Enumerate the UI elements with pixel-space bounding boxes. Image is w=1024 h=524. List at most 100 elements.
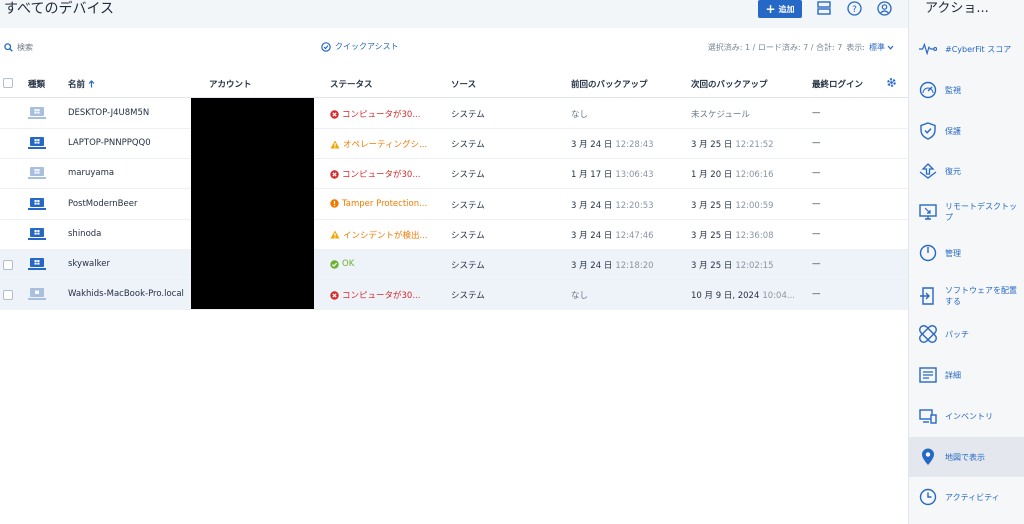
last-backup-date: 3 月 24 日 (571, 140, 613, 151)
last-login: — (812, 198, 821, 209)
page-title: すべてのデバイス (4, 1, 115, 17)
table-row[interactable]: DESKTOP-J4U8M5N コンピュータが30... システム なし 未スケ… (0, 99, 908, 129)
device-source: システム (451, 110, 485, 120)
table-row[interactable]: maruyama コンピュータが30... システム 1 月 17 日 13:06… (0, 159, 908, 190)
sidebar-item-label: 詳細 (945, 370, 961, 380)
deploy-icon (919, 287, 937, 305)
column-last-backup[interactable]: 前回のバックアップ (571, 78, 648, 90)
table-row[interactable]: LAPTOP-PNNPPQQ0 オペレーティングシ... システム 3 月 24… (0, 129, 908, 160)
last-backup-time: 12:18:20 (615, 261, 654, 271)
sidebar-item-inventory[interactable]: インベントリ (909, 405, 1024, 427)
sidebar-item-details[interactable]: 詳細 (909, 364, 1024, 386)
sidebar-item-power[interactable]: 管理 (909, 242, 1024, 264)
quick-assist-link[interactable]: クイックアシスト (321, 41, 399, 52)
device-status[interactable]: オペレーティングシ... (330, 138, 442, 150)
details-icon (919, 366, 937, 384)
status-error-icon (330, 290, 339, 300)
remote-desktop-icon (919, 203, 937, 221)
column-type[interactable]: 種類 (28, 78, 45, 90)
device-name[interactable]: DESKTOP-J4U8M5N (68, 108, 188, 118)
device-name[interactable]: Wakhids-MacBook-Pro.local (68, 289, 188, 299)
table-row[interactable]: PostModernBeer Tamper Protection... システム… (0, 189, 908, 220)
sidebar-item-deploy[interactable]: ソフトウェアを配置する (909, 279, 1024, 313)
windows-computer-icon (28, 106, 46, 121)
device-status[interactable]: インシデントが検出... (330, 229, 442, 241)
device-status[interactable]: コンピュータが30... (330, 168, 442, 180)
layout-toggle-icon[interactable] (816, 0, 832, 16)
next-backup-time: 12:02:15 (735, 261, 774, 271)
device-source: システム (451, 200, 485, 211)
map-pin-icon (919, 448, 937, 466)
device-source: システム (451, 291, 485, 302)
column-name[interactable]: 名前 (68, 78, 95, 90)
status-text: コンピュータが30... (342, 170, 421, 181)
status-text: オペレーティングシ... (343, 140, 428, 151)
table-row[interactable]: Wakhids-MacBook-Pro.local コンピュータが30... シ… (0, 280, 908, 311)
next-backup-time: 12:21:52 (735, 140, 774, 151)
add-button-label: 追加 (778, 4, 795, 14)
last-backup: 3 月 24 日 12:20:53 (571, 199, 683, 211)
next-backup-date: 10 月 9 日, 2024 (691, 291, 760, 302)
select-all-checkbox[interactable] (3, 78, 13, 88)
device-name[interactable]: skywalker (68, 259, 188, 269)
next-backup-time: 12:36:08 (735, 230, 774, 241)
device-source: システム (451, 261, 485, 271)
row-checkbox[interactable] (3, 260, 13, 270)
last-backup: 3 月 24 日 12:18:20 (571, 259, 683, 271)
sidebar-item-gauge[interactable]: 監視 (909, 79, 1024, 101)
last-backup-date: 3 月 24 日 (571, 200, 613, 211)
device-name[interactable]: PostModernBeer (68, 199, 188, 209)
chevron-down-icon (887, 45, 894, 50)
view-value: 標準 (869, 43, 885, 52)
last-backup-date: 1 月 17 日 (571, 170, 613, 181)
clock-icon (919, 488, 937, 506)
column-next-backup[interactable]: 次回のバックアップ (691, 78, 768, 90)
status-error-icon (330, 109, 339, 119)
sidebar-item-shield[interactable]: 保護 (909, 120, 1024, 142)
last-backup: なし (571, 108, 683, 120)
device-name[interactable]: shinoda (68, 229, 188, 239)
sidebar-item-clock[interactable]: アクティビティ (909, 482, 1024, 512)
status-text: コンピュータが30... (342, 291, 421, 302)
row-checkbox[interactable] (3, 290, 13, 301)
device-status[interactable]: Tamper Protection... (330, 199, 442, 209)
shield-icon (919, 122, 937, 140)
column-settings-gear-icon[interactable] (886, 77, 897, 91)
search-input[interactable]: 検索 (4, 42, 33, 53)
table-row[interactable]: shinoda インシデントが検出... システム 3 月 24 日 12:47:… (0, 219, 908, 250)
table-row[interactable]: skywalker OK システム 3 月 24 日 12:18:20 3 月 2… (0, 250, 908, 280)
device-name[interactable]: LAPTOP-PNNPPQQ0 (68, 138, 188, 148)
sidebar-item-restore[interactable]: 復元 (909, 160, 1024, 182)
column-last-login[interactable]: 最終ログイン (812, 78, 863, 90)
status-text: コンピュータが30... (342, 110, 421, 120)
device-status[interactable]: コンピュータが30... (330, 108, 442, 120)
sidebar-item-pulse[interactable]: #CyberFit スコア (909, 38, 1024, 60)
next-backup-date: 未スケジュール (691, 110, 750, 120)
patch-icon (919, 325, 937, 343)
sidebar-item-remote-desktop[interactable]: リモートデスクトップ (909, 196, 1024, 228)
last-backup: なし (571, 289, 683, 301)
sidebar-item-label: 保護 (945, 126, 961, 136)
next-backup: 3 月 25 日 12:00:59 (691, 199, 803, 211)
device-name[interactable]: maruyama (68, 168, 188, 178)
windows-computer-icon (28, 136, 46, 151)
last-backup: 3 月 24 日 12:28:43 (571, 138, 683, 150)
search-placeholder: 検索 (17, 43, 33, 52)
sidebar-item-map-pin[interactable]: 地図で表示 (909, 437, 1024, 477)
column-status[interactable]: ステータス (330, 78, 373, 90)
sidebar-item-patch[interactable]: パッチ (909, 323, 1024, 345)
help-icon[interactable]: ? (846, 0, 862, 16)
view-label: 表示: (846, 43, 865, 52)
column-source[interactable]: ソース (451, 78, 476, 90)
status-text: Tamper Protection... (342, 198, 428, 209)
device-status[interactable]: コンピュータが30... (330, 289, 442, 301)
device-status[interactable]: OK (330, 259, 442, 269)
view-select[interactable]: 標準 (869, 42, 894, 53)
status-warning-icon (330, 230, 340, 239)
device-source: システム (451, 140, 485, 151)
account-icon[interactable] (876, 0, 892, 16)
next-backup-date: 3 月 25 日 (691, 261, 733, 271)
add-button[interactable]: + 追加 (758, 0, 802, 18)
last-login: — (812, 168, 821, 179)
column-account[interactable]: アカウント (209, 78, 252, 90)
